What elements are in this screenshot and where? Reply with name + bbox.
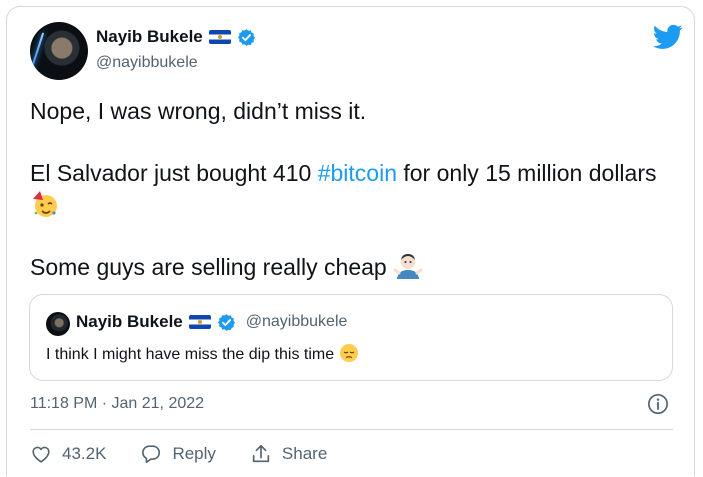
divider: [30, 429, 673, 430]
twitter-bird-icon[interactable]: [653, 24, 683, 50]
man-shrugging-emoji-icon: [393, 254, 423, 279]
reply-label: Reply: [172, 444, 216, 463]
verified-badge-icon: [217, 313, 235, 331]
like-button[interactable]: 43.2K: [30, 443, 106, 465]
tweet-timestamp[interactable]: 11:18 PM · Jan 21, 2022: [30, 395, 204, 413]
verified-badge-icon: [237, 28, 255, 46]
pensive-face-emoji-icon: [339, 344, 358, 362]
author-avatar[interactable]: [30, 22, 88, 80]
quoted-tweet-text: I think I might have miss the dip this t…: [46, 343, 359, 364]
tweet-line-2: El Salvador just bought 410 #bitcoin for…: [30, 157, 670, 221]
hashtag-link[interactable]: #bitcoin: [318, 160, 397, 186]
quoted-author-name: Nayib Bukele: [76, 312, 183, 331]
info-icon[interactable]: [647, 393, 669, 415]
el-salvador-flag-icon: [208, 30, 231, 44]
tweet-line-3: Some guys are selling really cheap: [30, 251, 670, 283]
quoted-author-handle: @nayibbukele: [245, 313, 348, 330]
share-button[interactable]: Share: [250, 443, 327, 465]
quoted-text: I think I might have miss the dip this t…: [46, 346, 335, 363]
tweet-text: Nope, I was wrong, didn’t miss it. El Sa…: [30, 95, 670, 313]
author-name[interactable]: Nayib Bukele: [96, 27, 203, 47]
tweet-line-2-pre: El Salvador just bought 410: [30, 160, 318, 186]
share-label: Share: [281, 444, 328, 463]
share-icon: [252, 444, 270, 463]
el-salvador-flag-icon: [188, 315, 211, 329]
quoted-author-row: Nayib Bukele @nayibbukele: [76, 312, 347, 332]
like-count: 43.2K: [62, 444, 107, 463]
author-name-row: Nayib Bukele: [96, 27, 256, 47]
author-handle[interactable]: @nayibbukele: [96, 54, 198, 72]
tweet-line-1: Nope, I was wrong, didn’t miss it.: [30, 98, 367, 124]
quoted-tweet[interactable]: Nayib Bukele @nayibbukele I think I migh…: [29, 294, 673, 381]
tweet-line-3-text: Some guys are selling really cheap: [30, 254, 387, 280]
reply-bubble-icon: [142, 445, 161, 464]
tweet-actions: 43.2K Reply Share: [30, 443, 361, 465]
reply-button[interactable]: Reply: [140, 443, 216, 465]
tweet-line-2-post: for only 15 million dollars: [396, 160, 657, 186]
quoted-author-avatar: [46, 312, 70, 336]
partying-face-emoji-icon: [33, 191, 57, 217]
heart-icon: [32, 446, 50, 463]
